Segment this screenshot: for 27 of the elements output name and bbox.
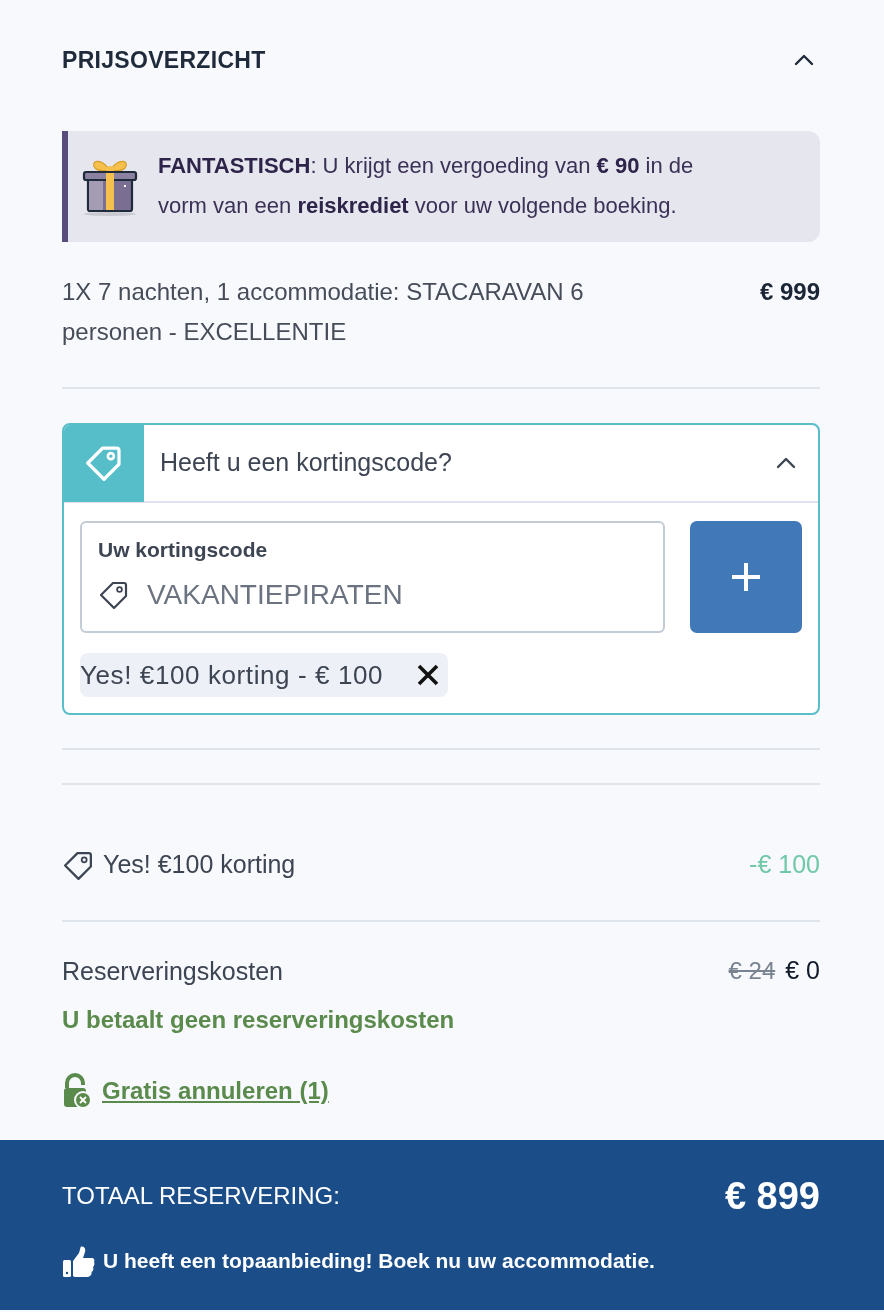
applied-code-text: Yes! €100 korting - € 100 — [80, 658, 384, 692]
close-icon[interactable] — [417, 664, 440, 686]
panel-title[interactable]: Heeft u een kortingscode? — [160, 444, 776, 482]
cancellation-link[interactable]: Gratis annuleren (1) — [102, 1073, 329, 1109]
line-item-description: 1X 7 nachten, 1 accommodatie: STACARAVAN 6 personen - EXCELLENTIE — [62, 277, 585, 347]
discount-label: Yes! €100 korting — [103, 849, 296, 881]
padlock-icon — [62, 1073, 92, 1109]
tag-icon — [84, 443, 124, 483]
total-label: TOTAAL RESERVERING: — [62, 1181, 340, 1211]
promo-message: U heeft een topaanbieding! Boek nu uw accommodatie. — [103, 1248, 655, 1275]
discount-amount: -€ 100 — [749, 849, 820, 881]
fee-note: U betaalt geen reserveringskosten — [62, 1005, 456, 1035]
tag-icon — [98, 579, 130, 611]
chevron-up-icon[interactable] — [794, 54, 814, 66]
field-label: Uw kortingscode — [98, 537, 269, 563]
discount-code-field[interactable]: Uw kortingscode VAKANTIEPIRATEN — [80, 521, 665, 633]
section-title: PRIJSOVERZICHT — [62, 45, 266, 75]
old-price: € 24 — [728, 956, 776, 987]
line-item-price: € 999 — [759, 277, 820, 307]
thumbs-up-icon — [62, 1244, 95, 1278]
code-input[interactable]: VAKANTIEPIRATEN — [147, 574, 647, 616]
fee-price: € 0 — [785, 955, 820, 987]
plus-icon — [731, 562, 761, 592]
fee-label: Reserveringskosten — [62, 956, 283, 987]
total-amount: € 899 — [724, 1176, 820, 1216]
chevron-up-icon[interactable] — [776, 457, 796, 469]
promo-text: FANTASTISCH: U krijgt een vergoeding van € 90 in de vorm van een reiskrediet voor uw volgende boeking. — [158, 152, 695, 220]
